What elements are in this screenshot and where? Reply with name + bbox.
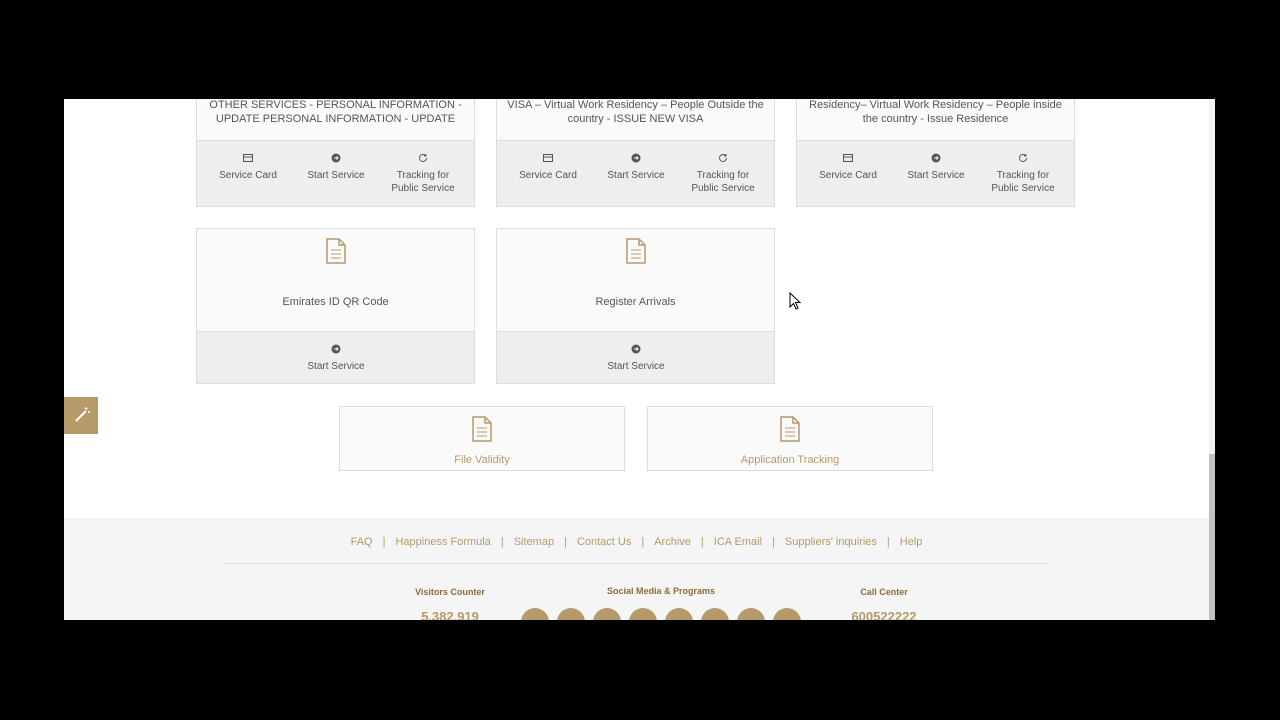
footer-link-ica-email[interactable]: ICA Email [714,536,762,548]
social-media-label: Social Media & Programs [606,586,716,596]
accessibility-tool-button[interactable] [64,397,98,434]
footer-link-suppliers-inquiries[interactable]: Suppliers' inquiries [785,536,877,548]
service-title: Application Tracking [740,454,840,466]
footer-links: FAQ | Happiness Formula | Sitemap | Contact Us… [350,536,923,548]
social-instagram-icon[interactable] [593,608,621,620]
call-center-value[interactable]: 600522222 [834,609,934,620]
footer-link-happiness-formula[interactable]: Happiness Formula [395,536,490,548]
service-title: VISA – Virtual Work Residency – People O… [507,99,764,125]
social-rss-icon[interactable] [665,608,693,620]
arrow-circle-icon [931,153,941,163]
document-icon [325,238,346,264]
service-actions: Service Card Start Service Tracking for … [197,140,474,206]
service-actions: Service Card Start Service Tracking for … [797,140,1074,206]
refresh-icon [419,153,427,162]
arrow-circle-icon [631,344,641,354]
refresh-icon [1019,153,1027,162]
document-icon [472,416,492,442]
start-service-button[interactable]: Start Service [605,344,667,373]
card-icon [843,154,853,162]
footer-link-sitemap[interactable]: Sitemap [514,536,554,548]
service-actions: Service Card Start Service Tracking for … [497,140,774,206]
footer-link-archive[interactable]: Archive [654,536,691,548]
service-card-button[interactable]: Service Card [217,153,279,182]
service-card-button[interactable]: Service Card [517,153,579,182]
service-card-personal-info-update: OTHER SERVICES - PERSONAL INFORMATION - … [196,99,475,207]
visitors-counter-label: Visitors Counter [415,587,485,597]
arrow-circle-icon [331,153,341,163]
social-twitter-icon[interactable] [557,608,585,620]
magic-wand-icon [75,407,90,422]
footer-divider [224,563,1049,564]
service-title: File Validity [454,454,510,466]
social-facebook-icon[interactable] [521,608,549,620]
social-app-icon[interactable] [773,608,801,620]
social-youtube-icon[interactable] [629,608,657,620]
service-title: Emirates ID QR Code [282,296,389,308]
tracking-service-button[interactable]: Tracking for Public Service [983,153,1063,195]
mouse-cursor-icon [789,292,801,310]
service-title: OTHER SERVICES - PERSONAL INFORMATION - … [209,99,462,125]
service-actions: Start Service [197,331,474,383]
service-card-file-validity[interactable]: File Validity [339,406,625,471]
service-actions: Start Service [497,331,774,383]
visitors-counter-value: 5,382,919 [421,609,479,620]
document-icon [625,238,646,264]
social-download-icon[interactable] [737,608,765,620]
card-icon [543,154,553,162]
service-title: Register Arrivals [595,296,676,308]
start-service-button[interactable]: Start Service [305,153,367,182]
call-center-label: Call Center [860,587,908,597]
scrollbar-track[interactable] [1209,99,1215,620]
footer-link-faq[interactable]: FAQ [351,536,373,548]
social-telegram-icon[interactable] [701,608,729,620]
site-footer: FAQ | Happiness Formula | Sitemap | Contact Us… [64,518,1209,620]
scrollbar-thumb[interactable] [1209,454,1215,620]
service-card-button[interactable]: Service Card [817,153,879,182]
start-service-button[interactable]: Start Service [305,344,367,373]
tracking-service-button[interactable]: Tracking for Public Service [683,153,763,195]
arrow-circle-icon [631,153,641,163]
document-icon [780,416,800,442]
tracking-service-button[interactable]: Tracking for Public Service [383,153,463,195]
service-card-application-tracking[interactable]: Application Tracking [647,406,933,471]
refresh-icon [719,153,727,162]
start-service-button[interactable]: Start Service [905,153,967,182]
start-service-button[interactable]: Start Service [605,153,667,182]
service-card-issue-residence: Residency– Virtual Work Residency – Peop… [796,99,1075,207]
footer-link-contact-us[interactable]: Contact Us [577,536,631,548]
arrow-circle-icon [331,344,341,354]
footer-link-help[interactable]: Help [900,536,923,548]
service-card-issue-new-visa: VISA – Virtual Work Residency – People O… [496,99,775,207]
card-icon [243,154,253,162]
service-card-emirates-id-qr[interactable]: Emirates ID QR Code Start Service [196,228,475,384]
service-card-register-arrivals[interactable]: Register Arrivals Start Service [496,228,775,384]
service-title: Residency– Virtual Work Residency – Peop… [809,99,1062,125]
page-viewport: OTHER SERVICES - PERSONAL INFORMATION - … [64,99,1215,620]
